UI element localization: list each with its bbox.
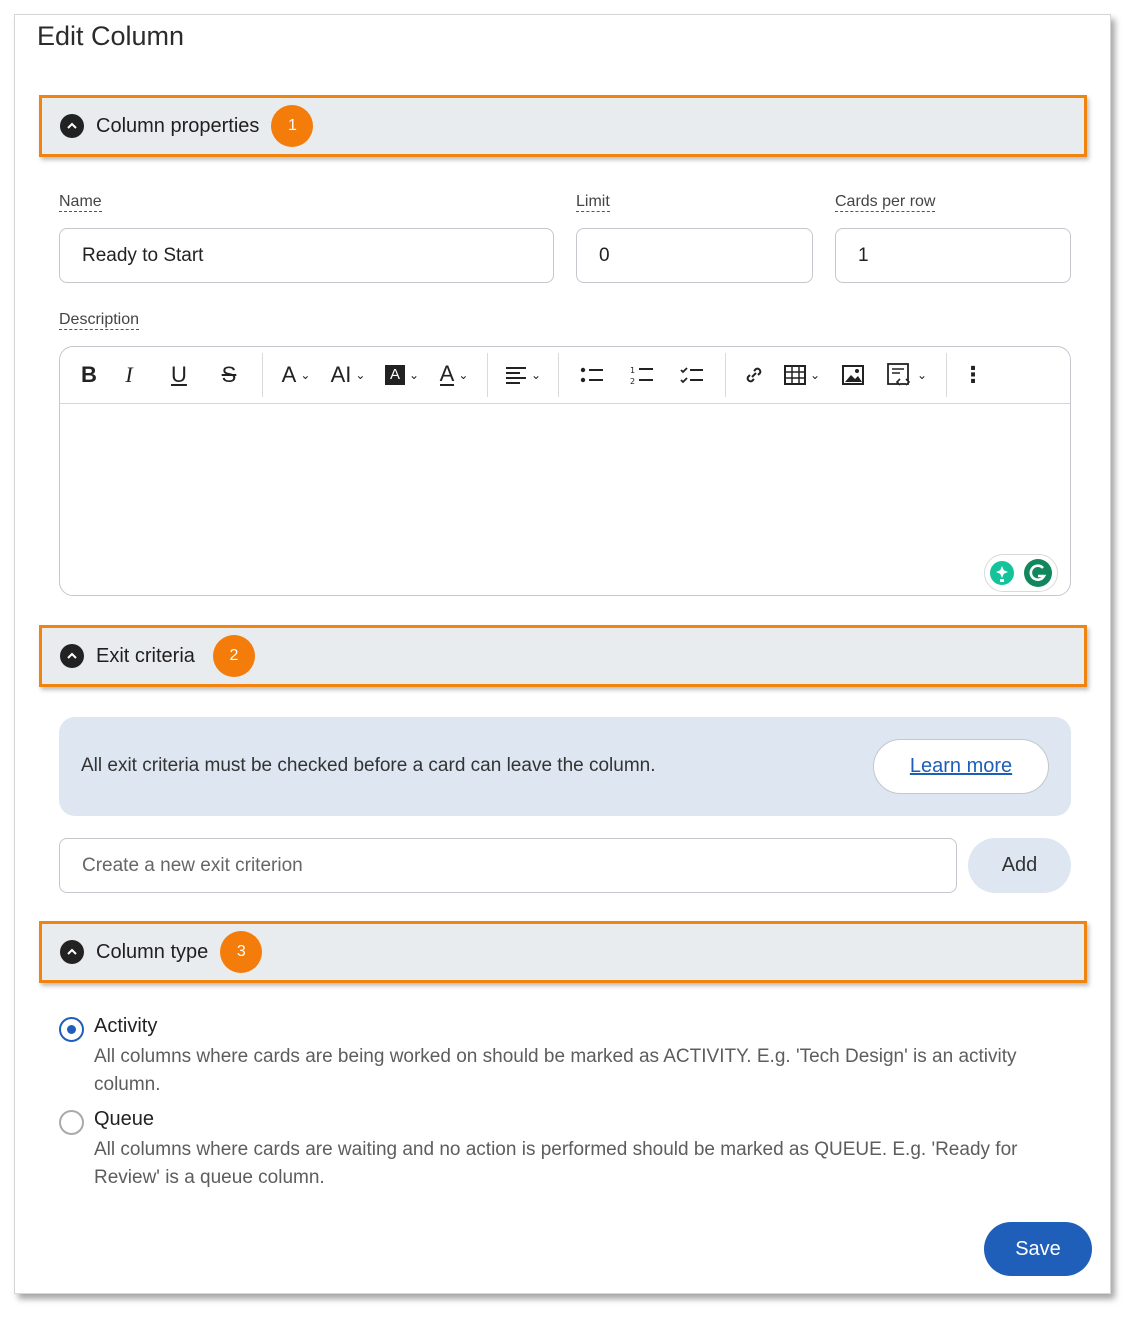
radio-label: Activity: [94, 1015, 158, 1037]
underline-icon[interactable]: U: [154, 355, 204, 395]
bold-icon[interactable]: B: [74, 355, 104, 395]
section-column-type[interactable]: Column type 3: [39, 921, 1087, 983]
description-content-area[interactable]: [60, 404, 1070, 594]
link-icon[interactable]: [734, 355, 774, 395]
font-style-icon[interactable]: A ⌄: [271, 355, 321, 395]
new-exit-criterion-input[interactable]: [59, 838, 957, 893]
image-icon[interactable]: [830, 355, 876, 395]
callout-badge: 3: [220, 931, 263, 973]
toolbar-divider: [262, 353, 263, 397]
callout-badge: 1: [271, 105, 314, 147]
font-size-icon[interactable]: AI ⌄: [321, 355, 375, 395]
add-button[interactable]: Add: [968, 838, 1071, 893]
svg-text:2: 2: [630, 377, 635, 385]
edit-column-dialog: Edit Column Column properties 1 Name Lim…: [14, 14, 1111, 1294]
radio-description: All columns where cards are waiting and …: [94, 1139, 1018, 1188]
radio-description: All columns where cards are being worked…: [94, 1046, 1017, 1095]
limit-input[interactable]: [576, 228, 813, 283]
more-icon[interactable]: ⋮: [955, 355, 991, 395]
highlight-color-icon[interactable]: A ⌄: [375, 355, 429, 395]
cards-per-row-input[interactable]: [835, 228, 1071, 283]
description-label: Description: [59, 311, 140, 330]
toolbar-divider: [558, 353, 559, 397]
svg-text:1: 1: [630, 366, 635, 375]
align-icon[interactable]: ⌄: [496, 355, 550, 395]
callout-badge: 2: [212, 635, 255, 677]
toolbar-divider: [725, 353, 726, 397]
italic-icon[interactable]: I: [104, 355, 154, 395]
description-editor[interactable]: B I U S A ⌄ AI ⌄ A ⌄ A ⌄ ⌄ 12 ⌄ ⌄ ⋮: [59, 346, 1071, 596]
grammarly-icon[interactable]: [1023, 558, 1053, 588]
bullet-list-icon[interactable]: [567, 355, 617, 395]
name-input[interactable]: [59, 228, 554, 283]
chevron-up-icon[interactable]: [60, 644, 84, 668]
section-label: Exit criteria: [96, 644, 195, 667]
save-button[interactable]: Save: [984, 1222, 1092, 1276]
toolbar-divider: [487, 353, 488, 397]
cards-per-row-label: Cards per row: [835, 193, 936, 212]
section-label: Column type: [96, 940, 209, 963]
code-snippet-icon[interactable]: ⌄: [876, 355, 938, 395]
toolbar-divider: [946, 353, 947, 397]
exit-criteria-info: All exit criteria must be checked before…: [59, 717, 1071, 816]
info-text: All exit criteria must be checked before…: [81, 755, 656, 776]
table-icon[interactable]: ⌄: [774, 355, 830, 395]
checklist-icon[interactable]: [667, 355, 717, 395]
strikethrough-icon[interactable]: S: [204, 355, 254, 395]
numbered-list-icon[interactable]: 12: [617, 355, 667, 395]
dialog-title: Edit Column: [37, 21, 185, 51]
limit-label: Limit: [576, 193, 610, 212]
text-color-icon[interactable]: A ⌄: [429, 355, 479, 395]
editor-toolbar: B I U S A ⌄ AI ⌄ A ⌄ A ⌄ ⌄ 12 ⌄ ⌄ ⋮: [60, 347, 1070, 404]
queue-radio[interactable]: [59, 1110, 84, 1135]
section-label: Column properties: [96, 114, 260, 137]
chevron-up-icon[interactable]: [60, 114, 84, 138]
name-label: Name: [59, 193, 102, 212]
learn-more-link[interactable]: Learn more: [873, 739, 1049, 794]
chevron-up-icon[interactable]: [60, 940, 84, 964]
radio-label: Queue: [94, 1108, 155, 1130]
lightbulb-icon[interactable]: [989, 560, 1015, 586]
activity-radio[interactable]: [59, 1017, 84, 1042]
section-column-properties[interactable]: Column properties 1: [39, 95, 1087, 157]
section-exit-criteria[interactable]: Exit criteria 2: [39, 625, 1087, 687]
grammarly-widget[interactable]: [984, 554, 1058, 592]
